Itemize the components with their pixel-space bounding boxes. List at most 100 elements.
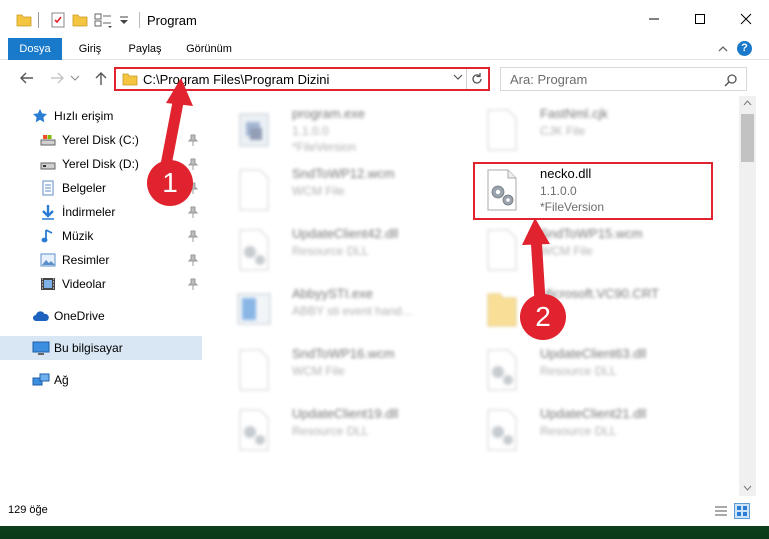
file-name: UpdateClient21.dll (540, 406, 647, 421)
sidebar-item-this-pc[interactable]: Bu bilgisayar (0, 336, 202, 360)
pin-icon[interactable] (187, 158, 199, 170)
tab-share[interactable]: Paylaş (124, 38, 166, 60)
file-description: Resource DLL (292, 424, 369, 438)
up-arrow-icon[interactable] (90, 68, 112, 88)
tab-home[interactable]: Giriş (72, 38, 108, 60)
file-description: WCM File (540, 244, 593, 258)
file-item[interactable]: SndToWP15.wcm WCM File (476, 220, 716, 280)
view-options-icon[interactable] (94, 12, 114, 28)
scrollbar-thumb[interactable] (741, 114, 754, 162)
exe-icon (236, 108, 272, 152)
file-item[interactable]: UpdateClient42.dll Resource DLL (228, 220, 468, 280)
chevron-down-icon[interactable] (450, 71, 466, 87)
details-view-icon[interactable] (714, 504, 728, 518)
videos-icon (40, 276, 56, 292)
tab-file[interactable]: Dosya (8, 38, 62, 60)
drive-icon (40, 132, 56, 148)
network-icon (32, 372, 50, 388)
sidebar-item-label: Yerel Disk (D:) (62, 157, 139, 171)
address-path[interactable]: C:\Program Files\Program Dizini (143, 72, 329, 87)
address-bar[interactable]: C:\Program Files\Program Dizini (114, 67, 490, 91)
help-icon[interactable]: ? (737, 41, 752, 56)
maximize-button[interactable] (677, 0, 723, 38)
pin-icon[interactable] (187, 206, 199, 218)
file-name: UpdateClient63.dll (540, 346, 647, 361)
folder-icon (16, 12, 32, 28)
file-name: program.exe (292, 106, 365, 121)
scroll-up-icon[interactable] (739, 96, 756, 112)
file-name: UpdateClient19.dll (292, 406, 399, 421)
file-list: program.exe 1.1.0.0 *FileVersion FastNml… (206, 96, 739, 496)
title-bar: Program (0, 0, 769, 38)
annotation-badge-2: 2 (520, 294, 566, 340)
sidebar-item-label: Resimler (62, 253, 110, 267)
file-item[interactable]: SndToWP12.wcm WCM File (228, 160, 468, 220)
sidebar-item-local-disk-c[interactable]: Yerel Disk (C:) (0, 128, 202, 152)
sidebar-item-label: Belgeler (62, 181, 107, 195)
file-name: SndToWP12.wcm (292, 166, 395, 181)
sidebar-item-quick-access[interactable]: Hızlı erişim (0, 104, 202, 128)
exe-icon (236, 288, 272, 332)
back-arrow-icon[interactable] (16, 68, 38, 88)
sidebar-item-label: Müzik (62, 229, 94, 243)
file-item[interactable]: FastNml.cjk CJK File (476, 100, 716, 160)
navigation-pane: Hızlı erişim Yerel Disk (C:) Yerel Disk … (0, 96, 206, 496)
sidebar-item-music[interactable]: Müzik (0, 224, 202, 248)
annotation-highlight (473, 162, 713, 220)
customize-toolbar-icon[interactable] (118, 12, 130, 28)
tab-view[interactable]: Görünüm (181, 38, 237, 60)
file-item[interactable]: UpdateClient63.dll Resource DLL (476, 340, 716, 400)
sidebar-item-label: Yerel Disk (C:) (62, 133, 139, 147)
pictures-icon (40, 252, 56, 268)
minimize-icon (649, 18, 659, 20)
file-version: *FileVersion (292, 140, 357, 154)
large-icons-view-icon[interactable] (734, 503, 750, 519)
file-name: SndToWP15.wcm (540, 226, 643, 241)
music-icon (40, 228, 56, 244)
sidebar-item-label: Hızlı erişim (54, 109, 114, 123)
close-button[interactable] (723, 0, 769, 38)
refresh-icon[interactable] (466, 69, 486, 89)
dll-icon (484, 408, 520, 452)
search-input[interactable]: Ara: Program (510, 72, 587, 87)
search-box[interactable]: Ara: Program (500, 67, 747, 91)
new-folder-icon[interactable] (72, 12, 88, 28)
file-description: WCM File (292, 184, 345, 198)
pin-icon[interactable] (187, 230, 199, 242)
file-icon (484, 108, 520, 152)
forward-arrow-icon[interactable] (46, 68, 68, 88)
file-description: CJK File (540, 124, 586, 138)
pin-icon[interactable] (187, 254, 199, 266)
documents-icon (40, 180, 56, 196)
file-item[interactable]: UpdateClient21.dll Resource DLL (476, 400, 716, 460)
file-description: WCM File (292, 364, 345, 378)
sidebar-item-onedrive[interactable]: OneDrive (0, 304, 202, 328)
sidebar-item-pictures[interactable]: Resimler (0, 248, 202, 272)
folder-icon (484, 288, 520, 332)
file-item[interactable]: Microsoft.VC90.CRT (476, 280, 716, 340)
file-name: FastNml.cjk (540, 106, 608, 121)
file-item[interactable]: AbbyySTI.exe ABBY sti event hand... (228, 280, 468, 340)
computer-icon (32, 340, 50, 356)
search-icon[interactable] (723, 72, 739, 88)
item-count: 129 öğe (8, 504, 48, 516)
properties-icon[interactable] (50, 12, 66, 28)
window-title: Program (147, 13, 197, 28)
sidebar-item-network[interactable]: Ağ (0, 368, 202, 392)
scroll-down-icon[interactable] (739, 482, 756, 496)
minimize-button[interactable] (631, 0, 677, 38)
vertical-scrollbar[interactable] (739, 96, 756, 496)
sidebar-item-label: İndirmeler (62, 205, 116, 219)
file-item[interactable]: program.exe 1.1.0.0 *FileVersion (228, 100, 468, 160)
dll-icon (236, 408, 272, 452)
pin-icon[interactable] (187, 134, 199, 146)
recent-locations-icon[interactable] (68, 68, 82, 88)
expand-ribbon-icon[interactable] (716, 42, 730, 56)
file-item[interactable]: SndToWP16.wcm WCM File (228, 340, 468, 400)
divider (139, 12, 140, 28)
file-description: Resource DLL (292, 244, 369, 258)
pin-icon[interactable] (187, 278, 199, 290)
file-item[interactable]: UpdateClient19.dll Resource DLL (228, 400, 468, 460)
sidebar-item-videos[interactable]: Videolar (0, 272, 202, 296)
file-description: 1.1.0.0 (292, 124, 329, 138)
